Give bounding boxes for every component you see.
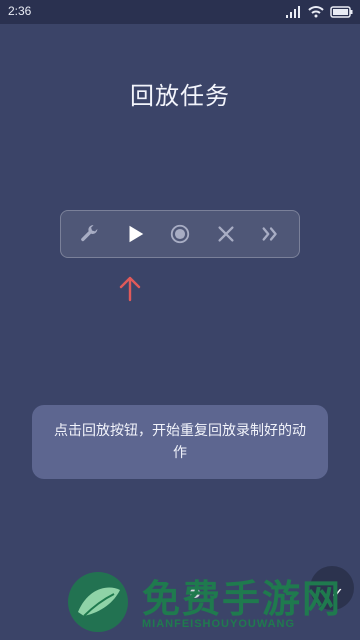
wifi-icon — [308, 6, 324, 18]
watermark-title: 免费手游网 — [142, 577, 343, 621]
status-time: 2:36 — [8, 4, 32, 18]
status-bar: 2:36 — [0, 0, 360, 24]
fast-forward-icon — [262, 227, 277, 241]
battery-icon — [330, 6, 353, 18]
record-icon — [170, 224, 190, 244]
record-button[interactable] — [164, 218, 196, 250]
close-icon — [217, 226, 234, 242]
tip-text: 点击回放按钮，开始重复回放录制好的动作 — [54, 423, 306, 461]
status-icons — [286, 4, 354, 20]
wrench-icon — [81, 225, 98, 242]
watermark-logo-icon — [68, 572, 128, 632]
tip-bubble: 点击回放按钮，开始重复回放录制好的动作 — [32, 405, 328, 479]
watermark-subtitle: MIANFEISHOUYOUWANG — [142, 618, 296, 630]
close-button[interactable] — [210, 218, 242, 250]
hint-arrow-icon — [119, 276, 141, 302]
fast-forward-button[interactable] — [255, 218, 287, 250]
watermark: 免费手游网 MIANFEISHOUYOUWANG — [60, 560, 350, 640]
play-button[interactable] — [119, 218, 151, 250]
signal-icon — [286, 6, 300, 18]
page-title: 回放任务 — [130, 82, 230, 110]
play-icon — [129, 225, 143, 243]
playback-toolbar — [60, 210, 300, 258]
settings-button[interactable] — [73, 218, 105, 250]
